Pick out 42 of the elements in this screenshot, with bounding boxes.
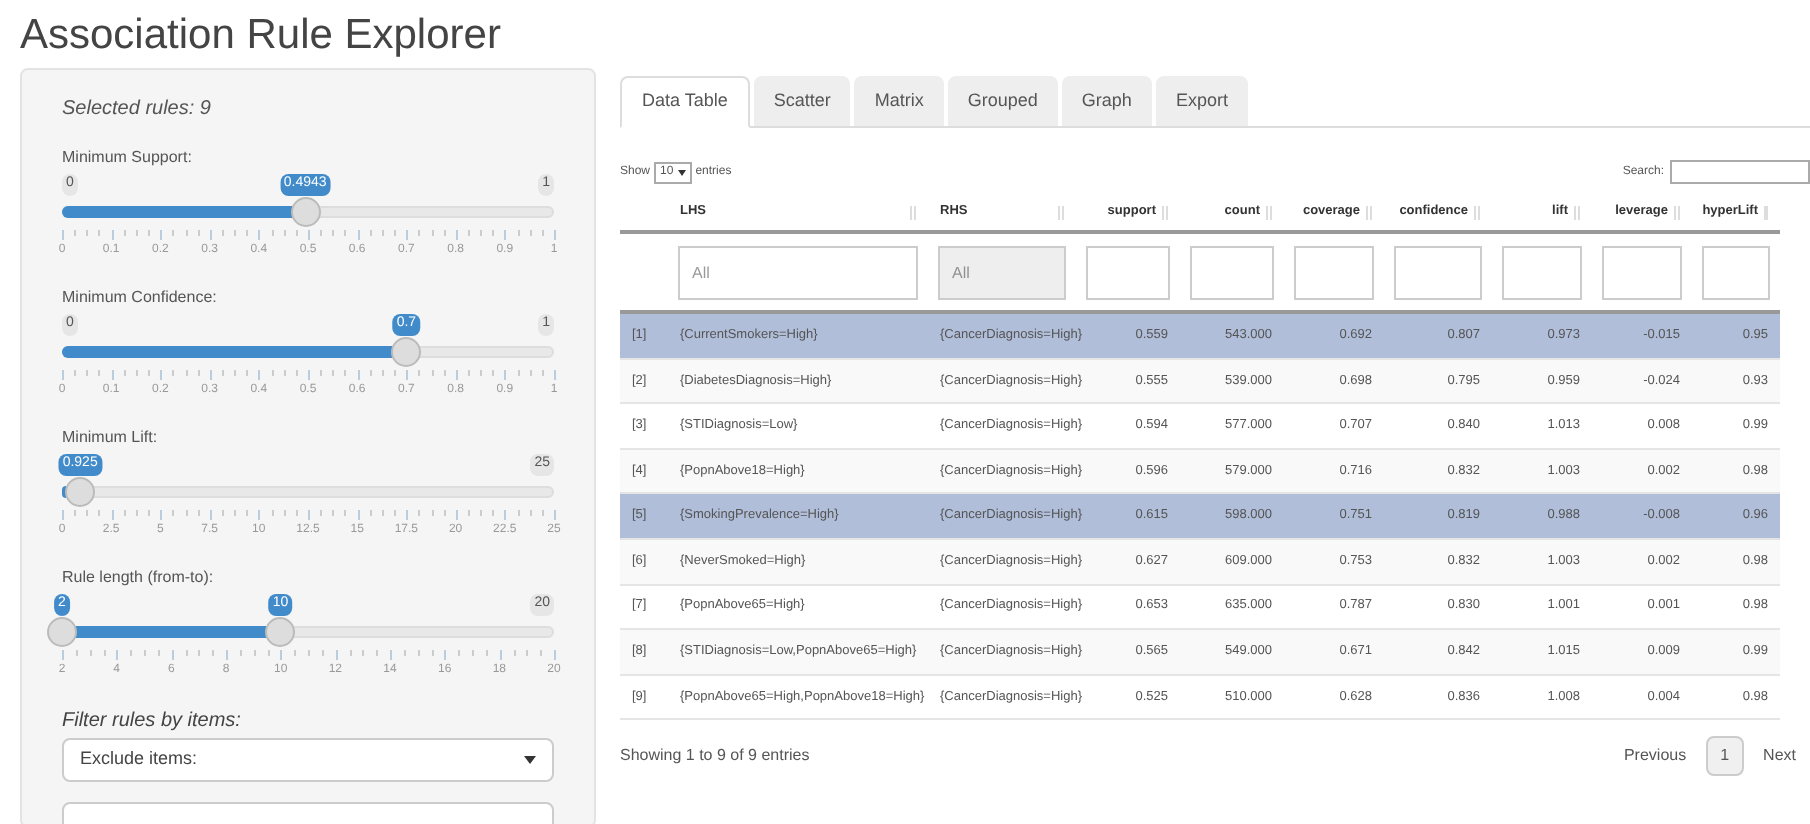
tab[interactable]: Export xyxy=(1155,76,1248,126)
selected-rules-count: Selected rules: 9 xyxy=(62,96,213,124)
filter-label: Filter rules by items: xyxy=(62,708,243,736)
slider-handle[interactable] xyxy=(47,617,77,647)
sort-icon xyxy=(1266,205,1272,219)
filter-input[interactable]: All xyxy=(678,245,918,299)
dropdown-caret-icon xyxy=(524,756,536,764)
filter-input[interactable] xyxy=(1394,245,1482,299)
tab[interactable]: Data Table xyxy=(620,76,750,128)
filter-input[interactable] xyxy=(1702,245,1770,299)
filter-input[interactable] xyxy=(1502,245,1582,299)
table-info: Showing 1 to 9 of 9 entries xyxy=(620,744,810,769)
sort-icon xyxy=(910,205,916,219)
slider-handle[interactable] xyxy=(290,197,321,227)
sort-icon xyxy=(1674,205,1680,219)
pagination-button[interactable]: Next xyxy=(1759,744,1800,769)
tab[interactable]: Graph xyxy=(1061,76,1152,126)
filter-input[interactable] xyxy=(1602,245,1682,299)
search-field[interactable] xyxy=(1670,160,1810,184)
slider-label: Rule length (from-to): xyxy=(62,566,216,590)
slider-handle[interactable] xyxy=(265,617,296,647)
filter-select[interactable]: Exclude items: xyxy=(62,738,554,782)
tab[interactable]: Matrix xyxy=(854,76,944,126)
sort-icon xyxy=(1058,205,1064,219)
dropdown-caret-icon xyxy=(677,169,686,175)
slider-label: Minimum Support: xyxy=(62,146,194,170)
filter-input[interactable] xyxy=(1294,245,1374,299)
sort-icon xyxy=(1474,205,1480,219)
sort-icon xyxy=(1162,205,1168,219)
sort-icon xyxy=(1574,205,1580,219)
app-title: Association Rule Explorer xyxy=(18,10,503,62)
filter-input[interactable] xyxy=(1190,245,1274,299)
slider-label: Minimum Confidence: xyxy=(62,286,219,310)
sort-icon xyxy=(1366,205,1372,219)
slider-label: Minimum Lift: xyxy=(62,426,160,450)
slider-handle[interactable] xyxy=(391,337,422,367)
tab[interactable]: Scatter xyxy=(753,76,851,126)
filter-input[interactable] xyxy=(1086,245,1170,299)
pagination-button[interactable]: Previous xyxy=(1619,744,1691,769)
tab[interactable]: Grouped xyxy=(947,76,1058,126)
pagination-button[interactable]: 1 xyxy=(1706,736,1744,777)
slider-handle[interactable] xyxy=(65,477,96,507)
